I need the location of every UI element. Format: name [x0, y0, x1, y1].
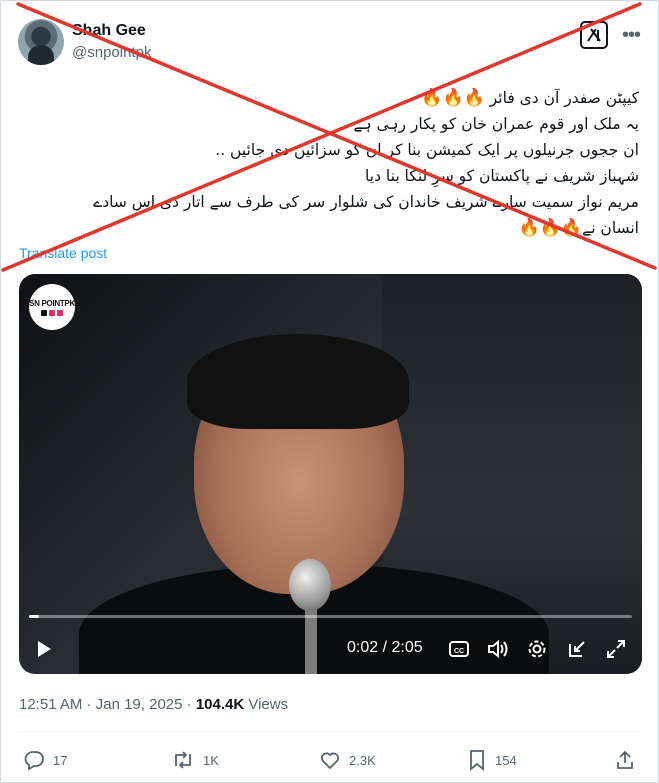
divider — [19, 731, 641, 732]
post-line-1: کیپٹن صفدر آن دی فائر 🔥🔥🔥 — [19, 85, 639, 111]
post-card: Shah Gee @snpointpk ••• کیپٹن صفدر آن دی… — [0, 0, 659, 783]
fullscreen-icon[interactable] — [601, 634, 631, 664]
post-line-2: یہ ملک اور قوم عمران خان کو پکار رہی ہے — [353, 115, 639, 133]
post-date[interactable]: Jan 19, 2025 — [96, 696, 183, 713]
watermark-social-icons — [41, 309, 63, 316]
bookmark-button[interactable]: 154 — [467, 746, 517, 774]
captions-icon[interactable]: CC — [444, 634, 474, 664]
reply-button[interactable]: 17 — [23, 746, 67, 774]
meta-dot: · — [82, 696, 96, 713]
fire-emoji-icon: 🔥🔥🔥 — [421, 88, 485, 108]
current-time: 0:02 — [347, 639, 379, 656]
avatar[interactable] — [18, 19, 64, 65]
microphone — [289, 559, 331, 611]
watermark-text: SN POINTPK — [29, 298, 75, 308]
post-meta: 12:51 AM · Jan 19, 2025 · 104.4K Views — [19, 696, 288, 713]
volume-icon[interactable] — [484, 634, 514, 664]
more-options-icon[interactable]: ••• — [618, 21, 644, 49]
bookmark-count: 154 — [495, 752, 517, 768]
heart-icon — [321, 752, 339, 770]
svg-text:CC: CC — [454, 648, 464, 655]
repost-button[interactable]: 1K — [171, 746, 219, 774]
video-controls: 0:02 / 2:05 CC — [19, 634, 642, 664]
share-button[interactable] — [614, 746, 636, 774]
video-frame-hair — [187, 334, 409, 429]
like-button[interactable]: 2.3K — [319, 746, 376, 774]
reply-icon — [24, 751, 44, 771]
bookmark-icon — [470, 750, 484, 771]
repost-count: 1K — [203, 752, 219, 768]
duration: 2:05 — [391, 639, 423, 656]
grok-icon[interactable] — [580, 21, 608, 49]
action-bar: 17 1K 2.3K 154 — [1, 746, 659, 774]
repost-icon — [175, 751, 191, 769]
author-name[interactable]: Shah Gee — [72, 22, 146, 40]
video-time: 0:02 / 2:05 — [347, 639, 423, 657]
reply-count: 17 — [53, 752, 68, 768]
post-time[interactable]: 12:51 AM — [19, 696, 82, 713]
post-line-1-text: کیپٹن صفدر آن دی فائر — [489, 89, 639, 107]
like-count: 2.3K — [349, 752, 376, 768]
share-icon — [617, 750, 633, 769]
play-icon[interactable] — [29, 634, 59, 664]
video-progress-fill — [29, 615, 39, 618]
views-label: Views — [244, 696, 289, 713]
channel-watermark-logo: SN POINTPK — [29, 284, 75, 330]
post-line-6-text: انسان نے — [582, 219, 639, 237]
settings-gear-icon[interactable] — [522, 634, 552, 664]
picture-in-picture-icon[interactable] — [562, 634, 592, 664]
views-count[interactable]: 104.4K — [196, 696, 244, 713]
video-player[interactable]: SN POINTPK 0:02 / 2:05 CC — [19, 274, 642, 674]
author-handle[interactable]: @snpointpk — [72, 44, 151, 61]
post-line-6: انسان نے🔥🔥🔥 — [19, 215, 639, 241]
post-line-5: مریم نواز سمیت سارے شریف خاندان کی شلوار… — [93, 193, 639, 211]
grok-glyph-icon — [587, 28, 601, 42]
translate-post-link[interactable]: Translate post — [19, 245, 107, 261]
post-line-4: شہباز شریف نے پاکستان کو سرِ لنکا بنا دی… — [365, 167, 639, 185]
time-separator: / — [378, 639, 392, 656]
meta-dot: · — [182, 696, 196, 713]
post-text: کیپٹن صفدر آن دی فائر 🔥🔥🔥 یہ ملک اور قوم… — [19, 85, 639, 241]
fire-emoji-icon: 🔥🔥🔥 — [518, 218, 583, 238]
video-progress-bar[interactable] — [29, 615, 632, 618]
post-line-3: ان ججوں جرنیلوں پر ایک کمیشن بنا کر ان ک… — [215, 141, 639, 159]
